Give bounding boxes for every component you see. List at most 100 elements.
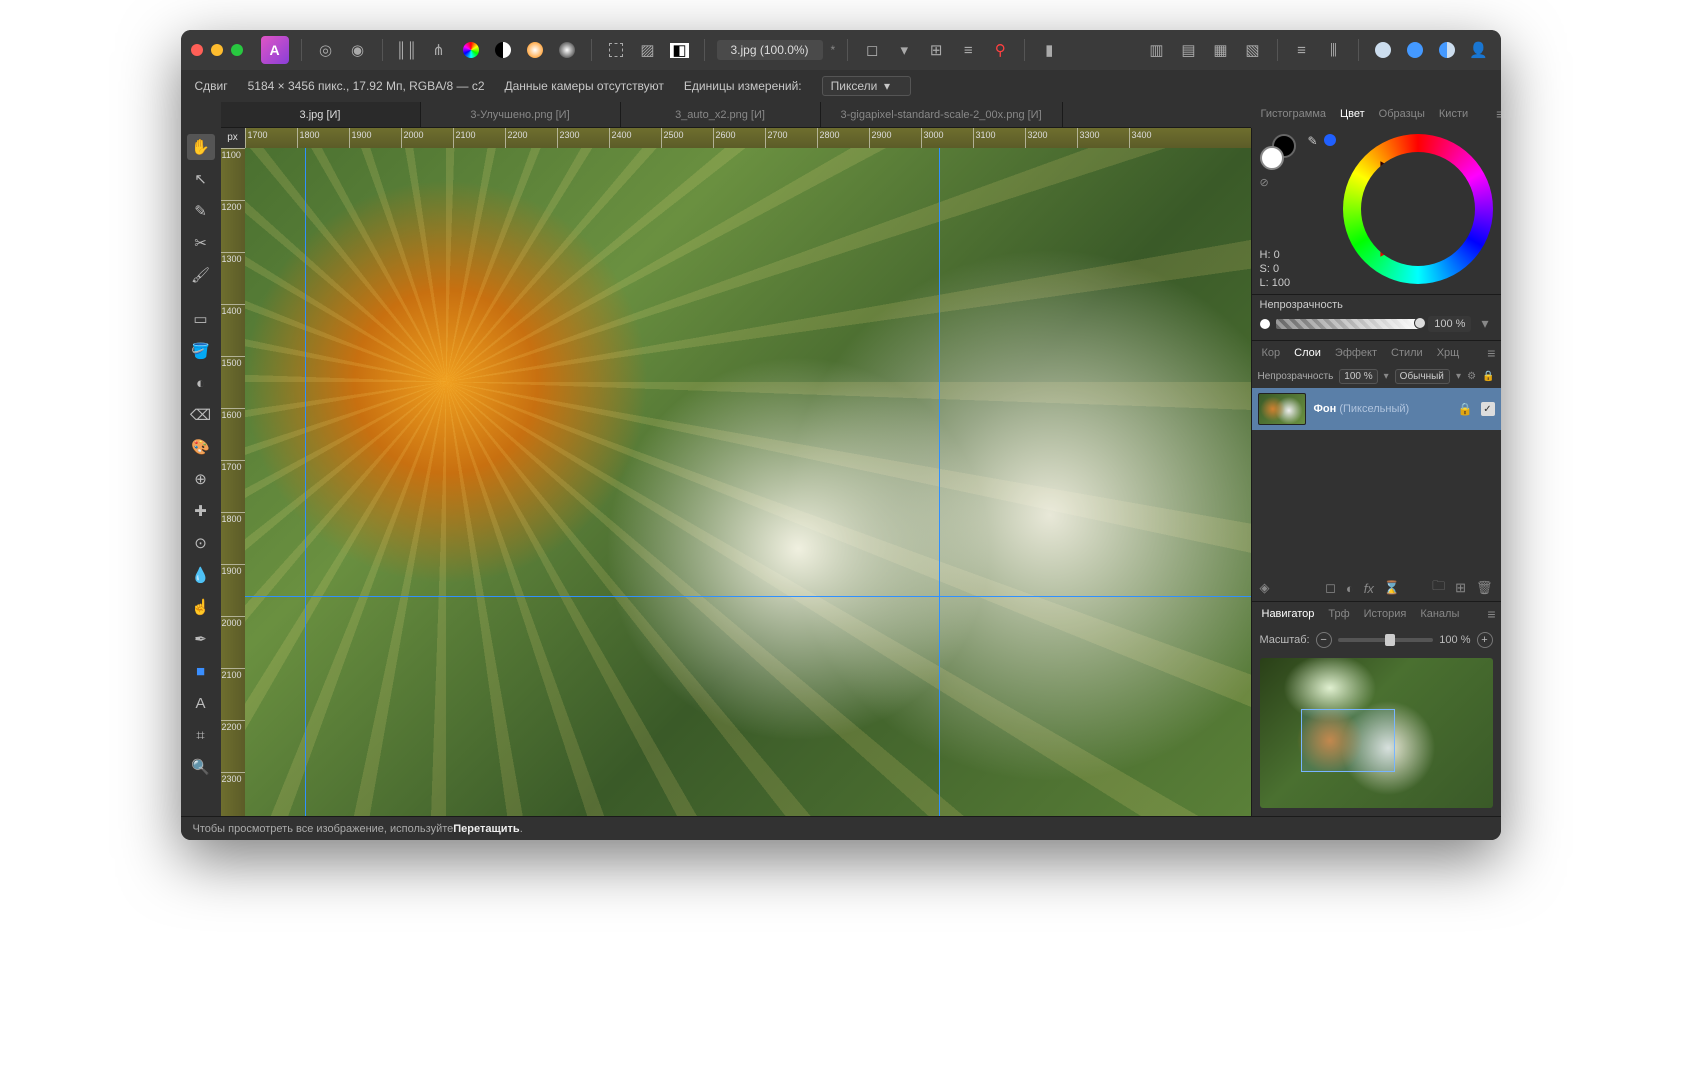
primary-color-swatch[interactable]	[1260, 146, 1284, 170]
inpaint-tool[interactable]: ✚	[187, 498, 215, 524]
zoom-window-button[interactable]	[231, 44, 243, 56]
flood-fill-tool[interactable]: 🪣	[187, 338, 215, 364]
panel-tab[interactable]: Гистограмма	[1255, 105, 1333, 123]
mesh-warp-tool[interactable]: ⌗	[187, 722, 215, 748]
selection-invert-icon[interactable]: ▨	[636, 38, 660, 62]
clone-tool[interactable]: ⊕	[187, 466, 215, 492]
mask-toggle-icon[interactable]: ◻	[860, 38, 884, 62]
arrange-forward-icon[interactable]: ▦	[1209, 38, 1233, 62]
panel-tab[interactable]: Кор	[1256, 344, 1287, 362]
subtract-circle-icon[interactable]	[1403, 38, 1427, 62]
color-wheel[interactable]	[1343, 134, 1493, 284]
persona-liquify-icon[interactable]: ◉	[346, 38, 370, 62]
panel-tab[interactable]: Слои	[1288, 344, 1327, 362]
document-tab[interactable]: 3_auto_x2.png [И]	[621, 102, 821, 127]
levels-icon[interactable]: ║║	[395, 38, 419, 62]
vignette-icon[interactable]	[555, 38, 579, 62]
dodge-tool[interactable]: 💧	[187, 562, 215, 588]
quick-mask-icon[interactable]: ◧	[668, 38, 692, 62]
intersect-circle-icon[interactable]	[1435, 38, 1459, 62]
panel-tab[interactable]: Цвет	[1334, 105, 1371, 123]
layer-settings-icon[interactable]: ⚙	[1467, 371, 1476, 382]
blend-mode-select[interactable]: Обычный	[1395, 369, 1450, 384]
zoom-slider[interactable]	[1338, 638, 1434, 642]
smudge-tool[interactable]: ☝	[187, 594, 215, 620]
layer-list[interactable]: Фон (Пиксельный)🔒✓	[1252, 388, 1501, 575]
units-select[interactable]: Пиксели ▾	[822, 76, 911, 96]
ruler-horizontal[interactable]: px17001800190020002100220023002400250026…	[221, 128, 1251, 148]
panel-tab[interactable]: Навигатор	[1256, 605, 1321, 623]
delete-layer-icon[interactable]: 🗑	[1476, 580, 1493, 596]
canvas-viewport[interactable]	[245, 148, 1251, 816]
hand-tool[interactable]: ✋	[187, 134, 215, 160]
color-swatches[interactable]	[1260, 134, 1296, 170]
adjustment-layer-icon[interactable]: ◐	[1346, 581, 1354, 596]
align-v-icon[interactable]: ⫼	[1322, 38, 1346, 62]
color-picker-tool[interactable]: ✎	[187, 198, 215, 224]
add-layer-icon[interactable]: ⊞	[1455, 580, 1466, 596]
navigator-viewport-rect[interactable]	[1301, 709, 1394, 772]
bw-adjust-icon[interactable]	[491, 38, 515, 62]
snapping-icon[interactable]: ⚲	[988, 38, 1012, 62]
recent-color-swatch[interactable]	[1324, 134, 1336, 146]
crop-tool[interactable]: ✂	[187, 230, 215, 256]
eyedropper-icon[interactable]: ✎	[1308, 134, 1318, 148]
lock-icon[interactable]: 🔒	[1458, 402, 1473, 416]
persona-photo-icon[interactable]: ◎	[314, 38, 338, 62]
panel-tab[interactable]: История	[1358, 605, 1413, 623]
panel-tab[interactable]: Хрщ	[1431, 344, 1466, 362]
panel-tab[interactable]: Кисти	[1433, 105, 1474, 123]
pen-tool[interactable]: ✒	[187, 626, 215, 652]
layer-blend-icon[interactable]: ◈	[1260, 580, 1270, 596]
add-circle-icon[interactable]	[1371, 38, 1395, 62]
marquee-tool[interactable]: ▭	[187, 306, 215, 332]
panel-tab[interactable]: Эффект	[1329, 344, 1383, 362]
layer-opacity-value[interactable]: 100 %	[1339, 369, 1377, 384]
panel-menu-icon[interactable]: ≡	[1481, 342, 1500, 364]
rectangle-tool[interactable]: ■	[187, 658, 215, 684]
healing-tool[interactable]: ⊙	[187, 530, 215, 556]
zoom-tool[interactable]: 🔍	[187, 754, 215, 780]
panel-tab[interactable]: Трф	[1322, 605, 1355, 623]
zoom-in-button[interactable]: +	[1477, 632, 1493, 648]
document-tab[interactable]: 3.jpg [И]	[221, 102, 421, 127]
group-layer-icon[interactable]: 🗀	[1432, 577, 1445, 599]
erase-tool[interactable]: ⌫	[187, 402, 215, 428]
node-icon[interactable]: ⋔	[427, 38, 451, 62]
hsl-adjust-icon[interactable]	[459, 38, 483, 62]
guides-icon[interactable]: ≡	[956, 38, 980, 62]
zoom-out-button[interactable]: −	[1316, 632, 1332, 648]
dropdown-icon[interactable]: ▾	[892, 38, 916, 62]
arrange-backward-icon[interactable]: ▤	[1177, 38, 1201, 62]
arrange-front-icon[interactable]: ▧	[1241, 38, 1265, 62]
text-tool[interactable]: A	[187, 690, 215, 716]
color-triangle[interactable]	[1365, 156, 1471, 262]
layer-thumbnail[interactable]	[1258, 393, 1306, 425]
none-color-icon[interactable]: ⊘	[1260, 176, 1296, 189]
zoom-value[interactable]: 100 %	[1439, 634, 1470, 646]
guide-vertical[interactable]	[305, 148, 306, 816]
selection-marquee-icon[interactable]	[604, 38, 628, 62]
fx-layer-icon[interactable]: fx	[1364, 581, 1374, 596]
live-filter-icon[interactable]: ⌛	[1384, 580, 1400, 596]
ruler-vertical[interactable]: 1100120013001400150016001700180019002000…	[221, 148, 245, 816]
panel-tab[interactable]: Образцы	[1373, 105, 1431, 123]
assistant-icon[interactable]: ▮	[1037, 38, 1061, 62]
layer-row[interactable]: Фон (Пиксельный)🔒✓	[1252, 388, 1501, 430]
layer-lock-icon[interactable]: 🔒	[1482, 371, 1494, 382]
panel-tab[interactable]: Стили	[1385, 344, 1429, 362]
panel-tab[interactable]: Каналы	[1414, 605, 1465, 623]
paint-mixer-tool[interactable]: 🎨	[187, 434, 215, 460]
grid-icon[interactable]: ⊞	[924, 38, 948, 62]
guide-horizontal[interactable]	[245, 596, 1251, 597]
blend-dropdown-icon[interactable]: ▾	[1456, 371, 1461, 382]
account-icon[interactable]: 👤	[1467, 38, 1491, 62]
close-window-button[interactable]	[191, 44, 203, 56]
minimize-window-button[interactable]	[211, 44, 223, 56]
document-tab[interactable]: 3-gigapixel-standard-scale-2_00x.png [И]	[821, 102, 1063, 127]
move-tool[interactable]: ↖	[187, 166, 215, 192]
document-tab[interactable]: 3-Улучшено.png [И]	[421, 102, 621, 127]
visibility-checkbox[interactable]: ✓	[1481, 402, 1495, 416]
color-opacity-slider[interactable]	[1276, 319, 1423, 329]
panel-menu-icon[interactable]: ≡	[1481, 603, 1500, 625]
